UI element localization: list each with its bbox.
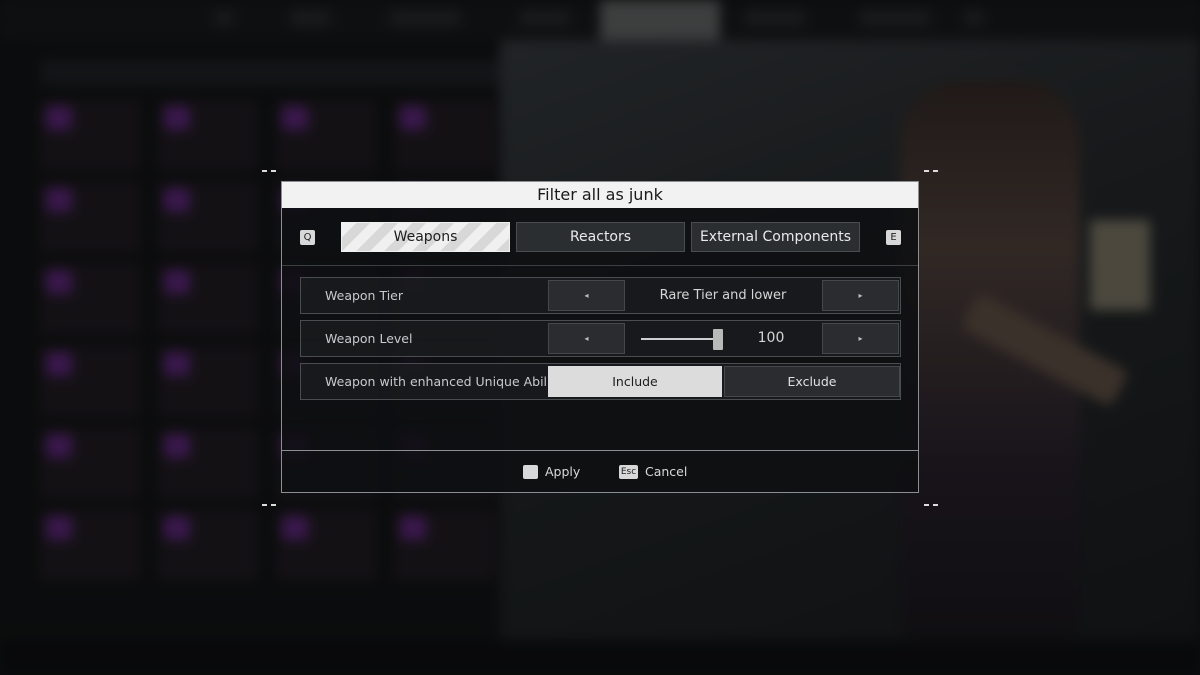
weapon-level-value: 100 [757,330,785,346]
apply-label: Apply [545,464,581,479]
category-tab-bar: Q Weapons Reactors External Components E [282,208,918,266]
tab-weapons[interactable]: Weapons [341,222,510,252]
cancel-label: Cancel [645,464,688,479]
unique-ability-label: Weapon with enhanced Unique Ability [325,374,563,389]
include-toggle-button[interactable]: Include [548,366,722,397]
cancel-button[interactable]: Esc Cancel [619,451,687,493]
right-arrow-icon: ▸ [858,334,863,343]
tab-external-components[interactable]: External Components [691,222,860,252]
next-tab-key-hint[interactable]: E [886,230,901,245]
corner-mark-bottom-left [262,504,276,506]
tier-next-button[interactable]: ▸ [822,280,899,311]
left-arrow-icon: ◂ [584,334,589,343]
tab-reactors[interactable]: Reactors [516,222,685,252]
dialog-title: Filter all as junk [282,182,918,208]
weapon-level-label: Weapon Level [325,331,413,346]
weapon-tier-value: Rare Tier and lower [659,288,787,303]
level-slider-thumb[interactable] [713,329,723,350]
left-arrow-icon: ◂ [584,291,589,300]
level-next-button[interactable]: ▸ [822,323,899,354]
weapon-level-row: Weapon Level ◂ 100 ▸ [300,320,901,357]
right-arrow-icon: ▸ [858,291,863,300]
prev-tab-key-hint[interactable]: Q [300,230,315,245]
space-key-icon [523,464,538,479]
corner-mark-top-right [924,170,938,172]
dialog-footer: Apply Esc Cancel [282,450,918,493]
exclude-toggle-button[interactable]: Exclude [724,366,900,397]
unique-ability-row: Weapon with enhanced Unique Ability Incl… [300,363,901,400]
level-prev-button[interactable]: ◂ [548,323,625,354]
weapon-tier-label: Weapon Tier [325,288,404,303]
tier-prev-button[interactable]: ◂ [548,280,625,311]
corner-mark-top-left [262,170,276,172]
filter-junk-dialog: Filter all as junk Q Weapons Reactors Ex… [281,181,919,493]
level-slider-track[interactable] [641,338,719,340]
weapon-tier-row: Weapon Tier ◂ Rare Tier and lower ▸ [300,277,901,314]
corner-mark-bottom-right [924,504,938,506]
apply-button[interactable]: Apply [523,451,580,493]
esc-key-icon: Esc [619,464,638,479]
